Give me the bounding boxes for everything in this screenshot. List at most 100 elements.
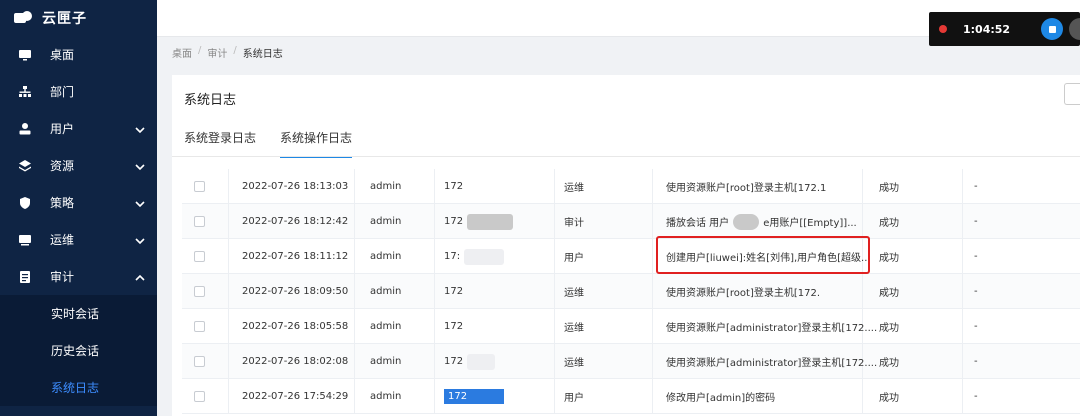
tab-operation-log[interactable]: 系统操作日志 [280, 129, 353, 158]
screen-recorder-bar: 1:04:52 [929, 12, 1080, 46]
column-divider [354, 169, 355, 203]
sidebar-subitem-system-log[interactable]: 系统日志 [0, 369, 157, 406]
brand: 云匣子 [0, 0, 157, 36]
log-description-cell: 使用资源账户[root]登录主机[172.. [666, 274, 883, 309]
table-row[interactable]: 2022-07-26 18:02:08 admin 172 运维 使用资源账户[admi… [182, 344, 1080, 379]
column-divider [354, 344, 355, 378]
row-checkbox[interactable] [194, 391, 205, 402]
log-result: 成功 [879, 253, 899, 264]
log-user: admin [370, 251, 402, 262]
sidebar-subitem-history-session[interactable]: 历史会话 [0, 332, 157, 369]
log-result: 成功 [879, 288, 899, 299]
column-divider [354, 274, 355, 308]
sidebar-item-desktop[interactable]: 桌面 [0, 36, 157, 73]
chevron-up-icon [135, 272, 145, 282]
table-row[interactable]: 2022-07-26 17:54:29 admin 172 用户 修改用户[admin]… [182, 379, 1080, 414]
log-ip-cell: 172 [444, 274, 463, 309]
breadcrumb-separator: / [198, 45, 202, 56]
log-tabs: 系统登录日志 系统操作日志 [184, 129, 353, 158]
row-checkbox[interactable] [194, 321, 205, 332]
log-user: admin [370, 356, 402, 367]
sidebar-item-resource[interactable]: 资源 [0, 147, 157, 184]
table-row[interactable]: 2022-07-26 18:09:50 admin 172 运维 使用资源账户[root… [182, 274, 1080, 309]
column-divider [434, 344, 435, 378]
log-ip-cell: 172 [444, 379, 504, 414]
breadcrumb: 桌面 / 审计 / 系统日志 [172, 45, 283, 60]
table-row[interactable]: 2022-07-26 18:13:03 admin 172 运维 使用资源账户[root… [182, 169, 1080, 204]
log-description: 创建用户[liuwei]:姓名[刘伟],用户角色[超级... [666, 253, 871, 264]
log-description: 使用资源账户[root]登录主机[172.1 [666, 183, 827, 194]
column-divider [354, 239, 355, 273]
sidebar-item-policy[interactable]: 策略 [0, 184, 157, 221]
log-time: 2022-07-26 18:13:03 [242, 181, 349, 192]
column-divider [434, 239, 435, 273]
log-time: 2022-07-26 18:12:42 [242, 216, 349, 227]
sidebar-item-label: 策略 [50, 196, 75, 210]
breadcrumb-item[interactable]: 桌面 [172, 45, 192, 60]
row-checkbox[interactable] [194, 216, 205, 227]
table-row[interactable]: 2022-07-26 18:05:58 admin 172 运维 使用资源账户[admi… [182, 309, 1080, 344]
tab-divider [172, 156, 1080, 157]
column-divider [228, 239, 229, 273]
column-divider [434, 379, 435, 413]
log-result: 成功 [879, 183, 899, 194]
column-divider [554, 309, 555, 343]
sidebar-item-department[interactable]: 部门 [0, 73, 157, 110]
sidebar-subitem-label: 历史会话 [51, 344, 100, 358]
sidebar-subitem-label: 系统日志 [51, 381, 100, 395]
column-divider [228, 309, 229, 343]
log-type: 审计 [564, 218, 584, 229]
log-user: admin [370, 216, 402, 227]
sidebar-item-user[interactable]: 用户 [0, 110, 157, 147]
log-type: 用户 [564, 393, 584, 404]
breadcrumb-item[interactable]: 审计 [207, 45, 227, 60]
tab-login-log[interactable]: 系统登录日志 [184, 129, 256, 158]
row-checkbox[interactable] [194, 251, 205, 262]
log-extra: - [974, 286, 978, 297]
sidebar-item-label: 用户 [50, 122, 75, 136]
log-description-tail: e用账户[[Empty]]... [763, 218, 857, 229]
row-checkbox[interactable] [194, 286, 205, 297]
log-description: 使用资源账户[root]登录主机[172. [666, 288, 821, 299]
recording-timer: 1:04:52 [963, 22, 1011, 36]
log-ip-cell: 172 [444, 169, 463, 204]
log-description-cell: 使用资源账户[root]登录主机[172.1. [666, 169, 890, 204]
log-user: admin [370, 391, 402, 402]
log-time: 2022-07-26 18:02:08 [242, 356, 349, 367]
chevron-down-icon [135, 198, 145, 208]
column-divider [652, 169, 653, 203]
column-divider [228, 204, 229, 238]
table-row[interactable]: 2022-07-26 18:11:12 admin 17: 用户 创建用户[liuwei… [182, 239, 1080, 274]
row-checkbox[interactable] [194, 356, 205, 367]
log-description-cell: 使用资源账户[administrator]登录主机[172.... [666, 309, 877, 344]
column-divider [962, 274, 963, 308]
column-divider [652, 379, 653, 413]
log-ip-cell: 17: [444, 239, 505, 274]
card-action-button[interactable] [1064, 83, 1080, 105]
column-divider [962, 309, 963, 343]
sidebar-item-ops[interactable]: 运维 [0, 221, 157, 258]
log-extra: - [974, 216, 978, 227]
column-divider [434, 274, 435, 308]
sidebar-item-audit[interactable]: 审计 [0, 258, 157, 295]
redaction-mask [467, 213, 514, 230]
ops-icon [18, 233, 32, 247]
log-type: 用户 [564, 253, 584, 264]
column-divider [652, 239, 653, 273]
sidebar-item-label: 部门 [50, 85, 75, 99]
recorder-settings-button[interactable] [1069, 18, 1080, 40]
sidebar-subitem-label: 实时会话 [51, 307, 100, 321]
resource-icon [18, 159, 32, 173]
log-result: 成功 [879, 393, 899, 404]
sidebar-subitem-live-session[interactable]: 实时会话 [0, 295, 157, 332]
row-checkbox[interactable] [194, 181, 205, 192]
log-ip: 172 [444, 181, 464, 192]
log-description-cell: 创建用户[liuwei]:姓名[刘伟],用户角色[超级... [666, 239, 871, 274]
log-description: 播放会话 用户 [666, 218, 730, 229]
user-icon [18, 122, 32, 136]
column-divider [354, 204, 355, 238]
stop-recording-button[interactable] [1041, 18, 1063, 40]
log-time: 2022-07-26 17:54:29 [242, 391, 349, 402]
log-user: admin [370, 286, 402, 297]
table-row[interactable]: 2022-07-26 18:12:42 admin 172 审计 播放会话 用户 e用账户… [182, 204, 1080, 239]
